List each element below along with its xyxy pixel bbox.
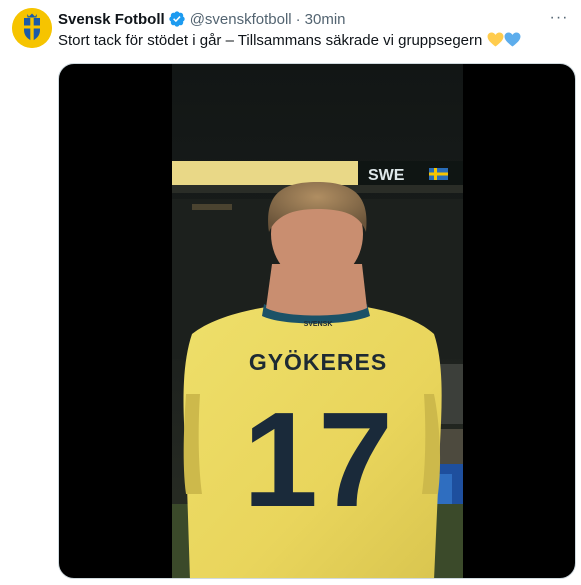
jersey-number: 17 — [243, 384, 393, 535]
separator-dot: · — [295, 10, 301, 28]
avatar[interactable] — [12, 8, 52, 48]
tweet-text-body: Stort tack för stödet i går – Tillsamman… — [58, 32, 483, 49]
verified-badge-icon[interactable] — [168, 10, 186, 28]
scoreboard-text: SWE — [368, 167, 405, 184]
yellow-heart-icon — [487, 32, 503, 47]
timestamp[interactable]: 30min — [305, 11, 346, 28]
svensk-fotboll-logo — [12, 8, 52, 48]
video-frame[interactable]: SVENSK GYÖKERES 17 SWE — [172, 64, 463, 578]
display-name[interactable]: Svensk Fotboll — [58, 11, 165, 28]
blue-heart-icon — [504, 32, 520, 47]
tweet-text: Stort tack för stödet i går – Tillsamman… — [58, 31, 521, 51]
tweet-header: Svensk Fotboll @svenskfotboll · 30min — [58, 9, 346, 29]
jersey-sponsor: SVENSK — [304, 321, 333, 328]
more-options-icon[interactable]: ··· — [547, 8, 571, 28]
account-handle[interactable]: @svenskfotboll — [190, 11, 292, 28]
jersey-name: GYÖKERES — [249, 349, 387, 375]
video-still: SVENSK GYÖKERES 17 SWE — [172, 64, 463, 578]
tweet-video[interactable]: SVENSK GYÖKERES 17 SWE — [58, 63, 576, 579]
